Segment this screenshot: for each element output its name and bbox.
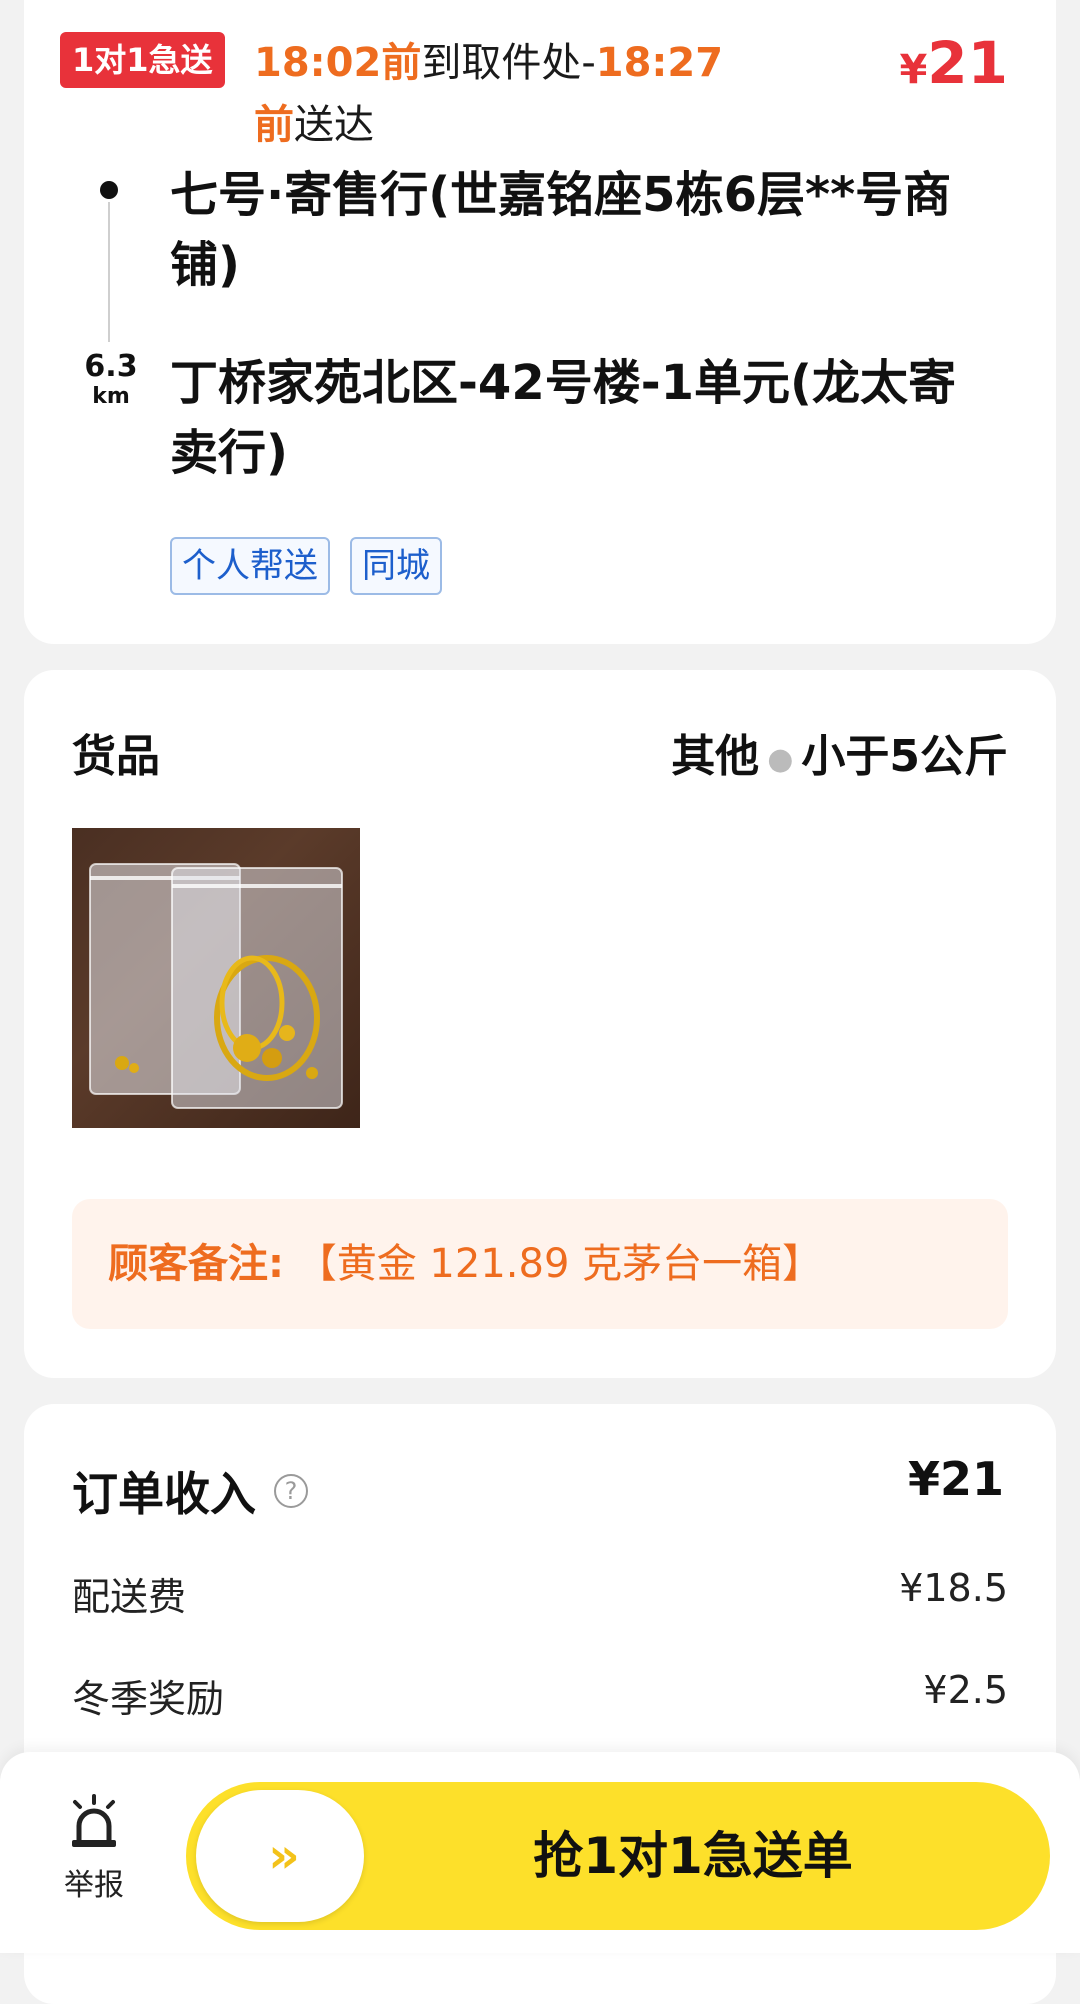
distance-unit: km bbox=[92, 384, 130, 409]
report-label: 举报 bbox=[64, 1868, 124, 1903]
income-row-value: ¥2.5 bbox=[923, 1668, 1008, 1712]
pickup-time: 18:02前 bbox=[254, 40, 422, 86]
bottom-action-bar: 举报 ›› 抢1对1急送单 bbox=[0, 1752, 1080, 1953]
double-chevron-right-icon: ›› bbox=[268, 1828, 299, 1884]
income-title-row: 订单收入 ? bbox=[72, 1458, 308, 1524]
price-symbol: ¥ bbox=[899, 47, 928, 93]
order-tags: 个人帮送 同城 bbox=[170, 537, 442, 595]
remark-label: 顾客备注: bbox=[108, 1241, 284, 1287]
urgent-badge: 1对1急送 bbox=[60, 32, 225, 88]
pickup-address: 七号·寄售行(世嘉铭座5栋6层**号商铺) bbox=[170, 167, 952, 293]
income-row-value: ¥18.5 bbox=[899, 1566, 1008, 1610]
income-row: 冬季奖励 ¥2.5 bbox=[72, 1668, 1008, 1723]
dot-separator-icon: ● bbox=[767, 741, 794, 777]
grab-order-label: 抢1对1急送单 bbox=[533, 1827, 853, 1885]
order-card[interactable]: 1对1急送 18:02前到取件处-18:27 前送达 ¥21 6.3 km 七号·… bbox=[24, 0, 1056, 644]
help-question-icon[interactable]: ? bbox=[274, 1474, 308, 1508]
route-start-dot-icon bbox=[100, 181, 118, 199]
goods-title: 货品 bbox=[72, 731, 160, 782]
income-total: ¥21 bbox=[907, 1452, 1004, 1506]
income-row: 配送费 ¥18.5 bbox=[72, 1566, 1008, 1621]
delivery-suffix-highlight: 前 bbox=[254, 102, 294, 148]
goods-card: 货品 其他 ● 小于5公斤 顾客备注: 【黄金 121.89 克茅台一箱】 bbox=[24, 670, 1056, 1378]
pickup-text: 到取件处- bbox=[421, 40, 596, 86]
remark-text: 【黄金 121.89 克茅台一箱】 bbox=[296, 1241, 823, 1287]
tag-personal-delivery: 个人帮送 bbox=[170, 537, 330, 595]
goods-photo[interactable] bbox=[72, 828, 360, 1128]
delivery-suffix: 送达 bbox=[294, 102, 374, 148]
goods-weight: 小于5公斤 bbox=[801, 731, 1008, 782]
income-row-label: 配送费 bbox=[72, 1575, 187, 1619]
slider-knob[interactable]: ›› bbox=[196, 1790, 364, 1922]
report-button[interactable]: 举报 bbox=[54, 1794, 134, 1904]
goods-category: 其他 bbox=[671, 731, 760, 782]
alarm-icon bbox=[72, 1794, 116, 1847]
tag-same-city: 同城 bbox=[350, 537, 442, 595]
time-window: 18:02前到取件处-18:27 前送达 bbox=[254, 32, 794, 156]
goods-photo-image bbox=[89, 863, 343, 1109]
price-value: 21 bbox=[927, 29, 1008, 97]
dropoff-address: 丁桥家苑北区-42号楼-1单元(龙太寄卖行) bbox=[170, 355, 956, 481]
income-row-label: 冬季奖励 bbox=[72, 1677, 225, 1721]
delivery-time: 18:27 bbox=[595, 40, 724, 86]
income-title: 订单收入 bbox=[72, 1467, 256, 1521]
order-price: ¥21 bbox=[899, 28, 1008, 105]
grab-order-button[interactable]: ›› 抢1对1急送单 bbox=[186, 1782, 1050, 1930]
goods-spec: 其他 ● 小于5公斤 bbox=[671, 720, 1008, 784]
customer-remark: 顾客备注: 【黄金 121.89 克茅台一箱】 bbox=[72, 1199, 1008, 1329]
route-distance: 6.3 km bbox=[80, 350, 142, 410]
distance-value: 6.3 bbox=[84, 349, 138, 384]
route-connector bbox=[108, 202, 110, 342]
